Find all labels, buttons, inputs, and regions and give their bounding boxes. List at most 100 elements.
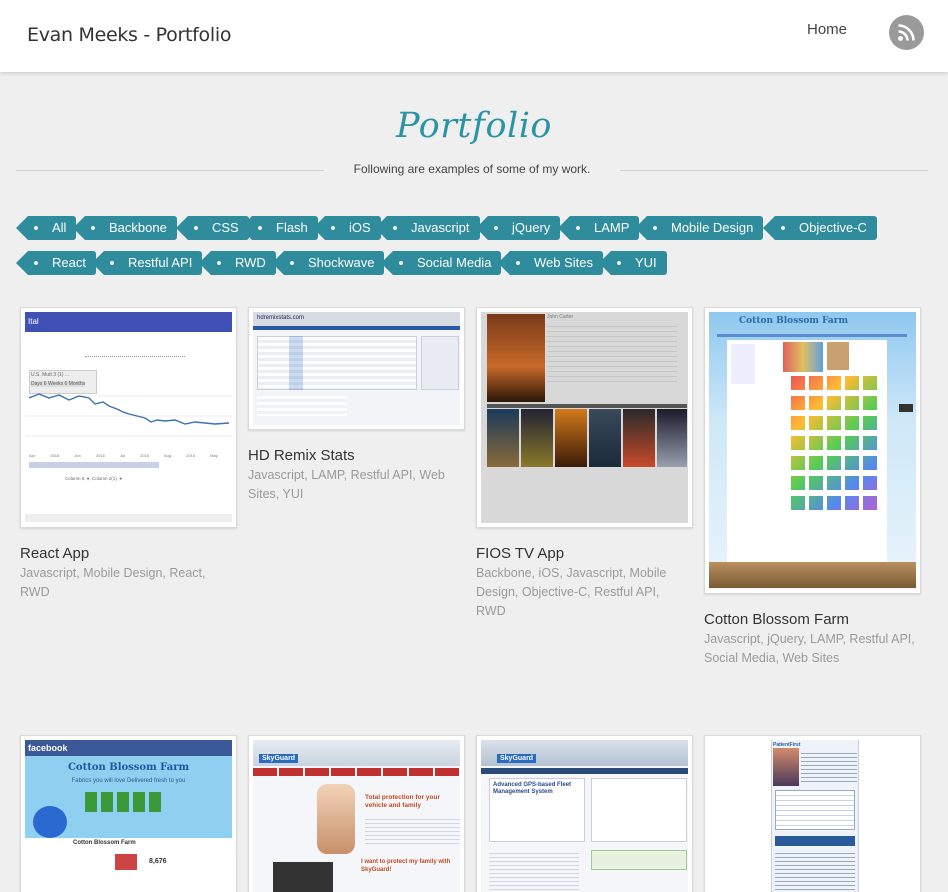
poster-3 [555, 409, 587, 467]
section-bar [775, 836, 855, 846]
cta-headline: I want to protect my family with SkyGuar… [361, 859, 451, 873]
nav-strip [253, 326, 460, 330]
react-line-chart [25, 393, 232, 437]
form-box [775, 790, 855, 830]
portfolio-thumbnail-medical-site[interactable]: PatientFirst [704, 735, 921, 892]
site-brand: hdremixstats.com [257, 315, 305, 321]
side-panel [731, 344, 755, 384]
portfolio-title-fios-tv-app[interactable]: FIOS TV App [476, 545, 564, 562]
filter-tag-rwd[interactable]: RWD [199, 251, 276, 275]
body-text-left [489, 850, 579, 890]
poster-2 [521, 409, 553, 467]
widget-badge [899, 404, 913, 412]
carousel-header [487, 404, 687, 408]
hand-phone-image [317, 784, 355, 854]
poster-6 [657, 409, 687, 467]
portfolio-tags-fios-tv-app: Backbone, iOS, Javascript, Mobile Design… [476, 566, 667, 618]
skyguard-site-screenshot: SkyGuard Total protection for your vehic… [253, 740, 460, 892]
filter-tag-objective-c[interactable]: Objective-C [763, 216, 877, 240]
filter-tag-shockwave[interactable]: Shockwave [271, 251, 385, 275]
likes-count: 8,676 [149, 858, 167, 865]
promo-box [591, 850, 687, 870]
portfolio-thumbnail-facebook-page[interactable]: facebook Cotton Blossom Farm Fabrics you… [20, 735, 237, 892]
site-brand: SkyGuard [497, 754, 537, 763]
nav-strip [481, 768, 688, 774]
portfolio-thumbnail-fios-tv-app[interactable]: John Carter [476, 307, 693, 528]
filter-tag-social-media[interactable]: Social Media [380, 251, 502, 275]
poster-1 [487, 409, 519, 467]
nav-home-link[interactable]: Home [807, 21, 847, 38]
portfolio-thumbnail-cotton-blossom-farm[interactable]: Cotton Blossom Farm [704, 307, 921, 594]
site-title[interactable]: Evan Meeks - Portfolio [27, 24, 231, 46]
hero-headline: Total protection for your vehicle and fa… [365, 794, 440, 809]
portfolio-thumbnail-hd-remix-stats[interactable]: hdremixstats.com [248, 307, 465, 430]
filter-tag-lamp[interactable]: LAMP [557, 216, 640, 240]
hero-body-text [365, 816, 460, 846]
fence-footer [709, 562, 916, 588]
filter-tag-web-sites[interactable]: Web Sites [497, 251, 604, 275]
react-app-screenshot: Ital U.S. Mutt 3 (1) ... Days 6 Weeks 6 … [25, 312, 232, 523]
stats-table-highlight [289, 336, 303, 390]
rss-glyph-icon [898, 24, 915, 41]
fabric-feature [827, 342, 849, 370]
nav-tabs [253, 768, 460, 776]
app-bar-title: Ital [28, 317, 39, 326]
footer-text [775, 850, 855, 890]
cover-tagline: Fabrics you will love Delivered fresh to… [71, 778, 186, 784]
cover-title: Cotton Blossom Farm [67, 762, 190, 773]
filter-tag-ios[interactable]: iOS [313, 216, 381, 240]
x-axis-ticks: Apr 2016 Jun 2016 Jul 2016 Aug 2016 May … [29, 453, 232, 458]
portfolio-thumbnail-react-app[interactable]: Ital U.S. Mutt 3 (1) ... Days 6 Weeks 6 … [20, 307, 237, 528]
featured-poster [487, 314, 545, 402]
site-brand: SkyGuard [259, 754, 299, 763]
fabric-banner [783, 342, 823, 372]
feature-image-box [591, 778, 687, 842]
filter-tag-react[interactable]: React [16, 251, 96, 275]
fabric-grid [791, 376, 881, 516]
rss-icon[interactable] [889, 15, 924, 50]
fabric-swatch [115, 854, 137, 870]
app-footer [25, 514, 232, 522]
filter-tag-javascript[interactable]: Javascript [375, 216, 480, 240]
stats-footer-text [257, 396, 347, 416]
stats-sidebar [421, 336, 459, 390]
site-header: Evan Meeks - Portfolio Home [0, 0, 948, 72]
page-subtitle: Following are examples of some of my wor… [353, 162, 591, 176]
movie-details [547, 322, 677, 382]
portfolio-title-hd-remix-stats[interactable]: HD Remix Stats [248, 447, 355, 464]
fabric-bags [85, 792, 165, 812]
facebook-page-screenshot: facebook Cotton Blossom Farm Fabrics you… [25, 740, 232, 892]
doctor-photo [773, 748, 799, 786]
intro-text [801, 750, 857, 784]
filter-tag-restful-api[interactable]: Restful API [91, 251, 203, 275]
bird-mascot [33, 806, 67, 838]
filter-tag-flash[interactable]: Flash [240, 216, 318, 240]
portfolio-thumbnail-skyguard-site[interactable]: SkyGuard Total protection for your vehic… [248, 735, 465, 892]
portfolio-thumbnail-skyguard-fleet[interactable]: SkyGuard Advanced GPS-based Fleet Manage… [476, 735, 693, 892]
portfolio-tags-hd-remix-stats: Javascript, LAMP, Restful API, Web Sites… [248, 468, 445, 501]
portfolio-tags-react-app: Javascript, Mobile Design, React, RWD [20, 566, 206, 599]
skyguard-fleet-screenshot: SkyGuard Advanced GPS-based Fleet Manage… [481, 740, 688, 892]
filter-tag-all[interactable]: All [15, 216, 77, 240]
poster-4 [589, 409, 621, 467]
filter-tag-backbone[interactable]: Backbone [73, 216, 177, 240]
portfolio-title-react-app[interactable]: React App [20, 545, 89, 562]
app-bar [25, 312, 232, 332]
page-subtitle-row: Following are examples of some of my wor… [16, 161, 928, 179]
hd-remix-stats-screenshot: hdremixstats.com [253, 312, 460, 425]
filter-tag-mobile-design[interactable]: Mobile Design [634, 216, 764, 240]
fios-tv-app-screenshot: John Carter [481, 312, 688, 523]
toolbar-icons [85, 356, 185, 362]
site-brand: Cotton Blossom Farm [739, 316, 848, 326]
portfolio-title-cotton-blossom-farm[interactable]: Cotton Blossom Farm [704, 611, 849, 628]
movie-title: John Carter [547, 314, 574, 320]
video-thumb [273, 862, 333, 892]
medical-site-screenshot: PatientFirst [709, 740, 916, 892]
range-navigator [29, 462, 159, 468]
filter-tag-jquery[interactable]: jQuery [475, 216, 561, 240]
cotton-blossom-farm-screenshot: Cotton Blossom Farm [709, 312, 916, 589]
poster-5 [623, 409, 655, 467]
chart-legend: Column 0, ●, Column 2(1), ● [65, 476, 122, 481]
filter-tag-yui[interactable]: YUI [599, 251, 667, 275]
facebook-logo: facebook [28, 743, 68, 753]
